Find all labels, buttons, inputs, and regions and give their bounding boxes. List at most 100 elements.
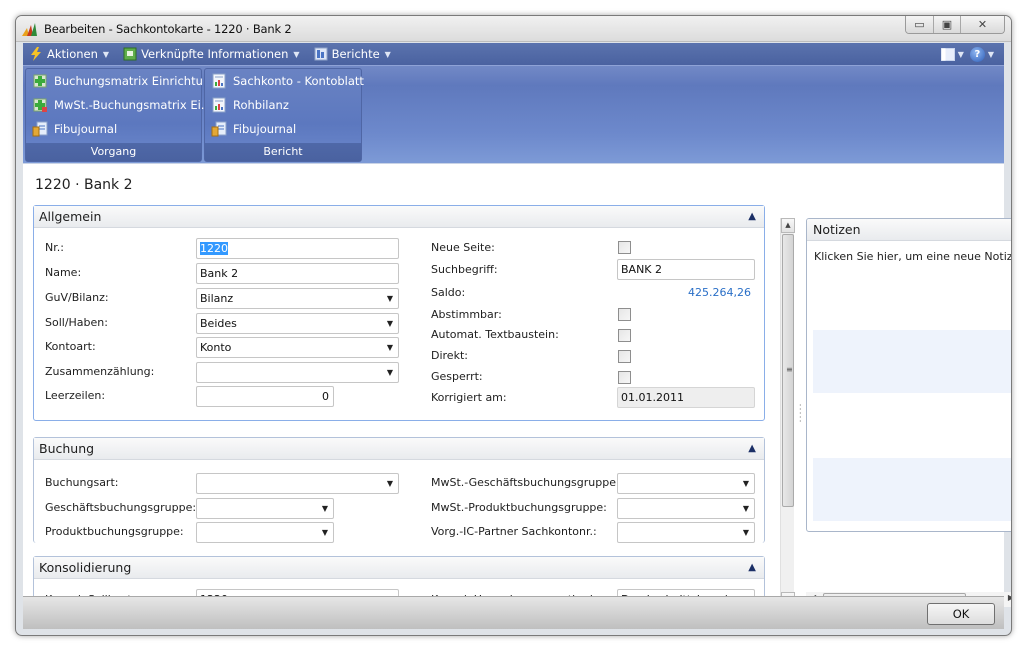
layout-icon[interactable] <box>940 47 955 61</box>
dropdown-arrow-icon[interactable]: ▼ <box>387 474 393 493</box>
dropdown-arrow-icon[interactable]: ▼ <box>322 499 328 518</box>
ribbon-fibujournal-bericht[interactable]: Fibujournal <box>205 117 361 141</box>
checkbox-neue-seite[interactable] <box>618 241 631 254</box>
label-produktbuchungsgruppe: Produktbuchungsgruppe: <box>45 525 184 538</box>
ribbon-mwst-buchungsmatrix[interactable]: MwSt.-Buchungsmatrix Ei... <box>26 93 212 117</box>
related-info-icon <box>123 47 137 61</box>
layout-chevron-down-icon[interactable]: ▼ <box>958 50 964 59</box>
checkbox-direkt[interactable] <box>618 350 631 363</box>
ribbon-group-label: Vorgang <box>26 143 201 161</box>
fasttab-konsolidierung-header[interactable]: Konsolidierung ▲ <box>34 557 764 579</box>
collapse-icon[interactable]: ▲ <box>748 557 756 579</box>
ribbon-item-label: Sachkonto - Kontoblatt <box>233 74 364 88</box>
command-bar: Aktionen ▼ Verknüpfte Informationen ▼ Be… <box>23 43 1004 65</box>
dropdown-arrow-icon[interactable]: ▼ <box>743 474 749 493</box>
window-title: Bearbeiten - Sachkontokarte - 1220 · Ban… <box>44 22 292 36</box>
help-icon[interactable]: ? <box>969 46 985 62</box>
ribbon-item-label: MwSt.-Buchungsmatrix Ei... <box>54 98 212 112</box>
select-mwst-produktbuchungsgruppe[interactable]: ▼ <box>617 498 755 519</box>
field-nr[interactable]: 1220 <box>196 238 399 259</box>
lightning-icon <box>31 47 41 61</box>
dropdown-arrow-icon[interactable]: ▼ <box>387 289 393 308</box>
ribbon-sachkonto-kontoblatt[interactable]: Sachkonto - Kontoblatt <box>205 69 364 93</box>
ribbon-item-label: Fibujournal <box>54 122 118 136</box>
collapse-icon[interactable]: ▲ <box>748 438 756 460</box>
dropdown-arrow-icon[interactable]: ▼ <box>387 314 393 333</box>
reports-icon <box>314 47 328 61</box>
minimize-button[interactable]: ▭ <box>906 16 933 33</box>
fasttab-allgemein-header[interactable]: Allgemein ▲ <box>34 206 764 228</box>
maximize-button[interactable]: ▣ <box>933 16 960 33</box>
dynamics-nav-app-icon <box>22 23 37 36</box>
label-direkt: Direkt: <box>431 349 468 362</box>
ribbon-item-label: Buchungsmatrix Einrichtu... <box>54 74 214 88</box>
select-produktbuchungsgruppe[interactable]: ▼ <box>196 522 334 543</box>
label-guv-bilanz: GuV/Bilanz: <box>45 291 109 304</box>
ribbon-fibujournal-vorgang[interactable]: Fibujournal <box>26 117 201 141</box>
ribbon-rohbilanz[interactable]: Rohbilanz <box>205 93 361 117</box>
label-soll-haben: Soll/Haben: <box>45 316 108 329</box>
fasttab-allgemein: Allgemein ▲ Nr.: 1220 Name: Bank 2 GuV/B… <box>33 205 765 421</box>
scroll-up-button[interactable]: ▲ <box>781 218 795 233</box>
select-soll-haben[interactable]: Beides ▼ <box>196 313 399 334</box>
dropdown-arrow-icon[interactable]: ▼ <box>322 523 328 542</box>
checkbox-abstimmbar[interactable] <box>618 308 631 321</box>
checkbox-gesperrt[interactable] <box>618 371 631 384</box>
vertical-scrollbar[interactable]: ▲ ≡ ▼ <box>780 218 795 607</box>
label-leerzeilen: Leerzeilen: <box>45 389 106 402</box>
field-suchbegriff[interactable]: BANK 2 <box>617 259 755 280</box>
chevron-down-icon: ▼ <box>102 49 110 59</box>
label-ic-partner-sachkontonr: Vorg.-IC-Partner Sachkontonr.: <box>431 525 597 538</box>
dropdown-arrow-icon[interactable]: ▼ <box>743 523 749 542</box>
select-kontoart[interactable]: Konto ▼ <box>196 337 399 358</box>
dropdown-arrow-icon[interactable]: ▼ <box>387 363 393 382</box>
fasttab-buchung-header[interactable]: Buchung ▲ <box>34 438 764 460</box>
factbox-splitter-handle[interactable]: · · · · · <box>799 402 802 426</box>
select-ic-partner-sachkontonr[interactable]: ▼ <box>617 522 755 543</box>
report-icon <box>212 73 226 89</box>
ribbon-item-label: Fibujournal <box>233 122 297 136</box>
fasttab-title: Buchung <box>39 441 95 456</box>
fasttab-buchung: Buchung ▲ Buchungsart: ▼ Geschäftsbuchun… <box>33 437 765 543</box>
select-zusammenzaehlung[interactable]: ▼ <box>196 362 399 383</box>
select-buchungsart[interactable]: ▼ <box>196 473 399 494</box>
label-gesperrt: Gesperrt: <box>431 370 483 383</box>
label-geschaeftsbuchungsgruppe: Geschäftsbuchungsgruppe: <box>45 501 197 514</box>
collapse-icon[interactable]: ▲ <box>748 206 756 228</box>
scroll-right-button[interactable]: ▶ <box>1008 593 1011 602</box>
grip-icon: ≡ <box>786 365 793 374</box>
select-guv-bilanz[interactable]: Bilanz ▼ <box>196 288 399 309</box>
page-title: 1220 · Bank 2 <box>35 177 133 193</box>
field-nr-value: 1220 <box>200 242 228 255</box>
ribbon-buchungsmatrix-einrichtung[interactable]: Buchungsmatrix Einrichtu... <box>26 69 214 93</box>
saldo-link[interactable]: 425.264,26 <box>688 286 751 299</box>
notes-title: Notizen <box>813 222 861 237</box>
window-controls: ▭ ▣ ✕ <box>905 16 1005 34</box>
close-button[interactable]: ✕ <box>960 16 1004 33</box>
checkbox-automat-textbaustein[interactable] <box>618 329 631 342</box>
dropdown-arrow-icon[interactable]: ▼ <box>743 499 749 518</box>
ribbon-group-label: Bericht <box>205 143 361 161</box>
menu-verknuepfte-informationen[interactable]: Verknüpfte Informationen ▼ <box>123 47 300 61</box>
label-abstimmbar: Abstimmbar: <box>431 308 502 321</box>
dropdown-arrow-icon[interactable]: ▼ <box>387 338 393 357</box>
vat-matrix-icon <box>33 98 47 112</box>
select-geschaeftsbuchungsgruppe[interactable]: ▼ <box>196 498 334 519</box>
notes-factbox: Notizen Klicken Sie hier, um eine neue N… <box>806 218 1011 532</box>
label-automat-textbaustein: Automat. Textbaustein: <box>431 328 559 341</box>
close-icon: ✕ <box>977 18 988 31</box>
new-note-link[interactable]: Klicken Sie hier, um eine neue Notiz zu … <box>814 250 1011 263</box>
select-value: Beides <box>200 317 237 330</box>
label-name: Name: <box>45 266 82 279</box>
field-leerzeilen[interactable]: 0 <box>196 386 334 407</box>
scroll-thumb[interactable]: ≡ <box>782 234 794 507</box>
journal-icon <box>32 121 48 137</box>
select-mwst-geschaeftsbuchungsgruppe[interactable]: ▼ <box>617 473 755 494</box>
menu-berichte[interactable]: Berichte ▼ <box>314 47 391 61</box>
menu-aktionen[interactable]: Aktionen ▼ <box>29 47 109 61</box>
notes-band <box>813 458 1011 521</box>
report-icon <box>212 97 226 113</box>
field-name[interactable]: Bank 2 <box>196 263 399 284</box>
ok-button[interactable]: OK <box>927 603 995 625</box>
help-chevron-down-icon[interactable]: ▼ <box>988 50 994 59</box>
